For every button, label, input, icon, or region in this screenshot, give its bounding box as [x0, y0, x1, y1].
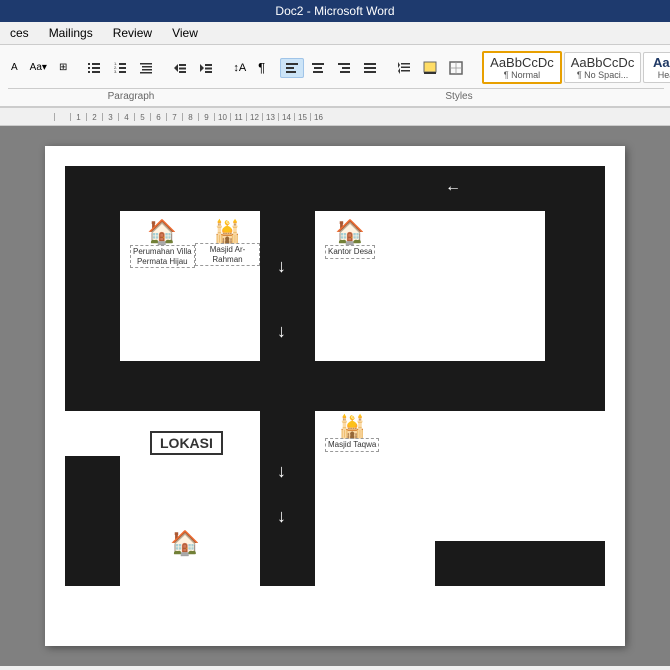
document-title: Doc2 - Microsoft Word	[275, 4, 394, 18]
ribbon-group-labels: Paragraph Styles	[6, 88, 664, 102]
area-top-right: 🏠 Kantor Desa	[315, 211, 545, 361]
lokasi-label: LOKASI	[150, 431, 223, 455]
font-style-btn[interactable]: ⊞	[54, 59, 72, 76]
num-list-btn[interactable]: 1.2.3.	[108, 58, 132, 78]
location-kantor-desa: 🏠 Kantor Desa	[325, 221, 375, 259]
mosque-icon-ar-rahman: 🕌	[214, 221, 241, 243]
ribbon: A Aa▾ ⊞ 1.2.3. ↕A ¶	[0, 45, 670, 108]
ruler-mark: 6	[150, 113, 166, 121]
menu-view[interactable]: View	[166, 24, 204, 42]
align-right-btn[interactable]	[332, 58, 356, 78]
ruler-mark: 5	[134, 113, 150, 121]
area-bottom-right: 🕌 Masjid Taqwa	[315, 411, 545, 541]
menu-bar: ces Mailings Review View	[0, 22, 670, 45]
svg-text:3.: 3.	[114, 69, 117, 74]
ruler-mark: 10	[214, 113, 230, 121]
label-kantor-desa: Kantor Desa	[325, 245, 375, 259]
ruler-mark: 7	[166, 113, 182, 121]
ruler-marks: 1 2 3 4 5 6 7 8 9 10 11 12 13 14 15 16	[54, 113, 326, 121]
menu-ces[interactable]: ces	[4, 24, 35, 42]
ruler-mark: 11	[230, 113, 246, 121]
arrow-down-4: ↓	[277, 506, 286, 527]
ruler-mark: 1	[70, 113, 86, 121]
heading1-style-preview: AaBbCc	[650, 55, 670, 70]
ruler: 1 2 3 4 5 6 7 8 9 10 11 12 13 14 15 16	[0, 108, 670, 126]
location-perumahan: 🏠 Perumahan VillaPermata Hijau	[130, 221, 195, 268]
ruler-mark: 12	[246, 113, 262, 121]
arrow-left-bottom: ←	[217, 516, 233, 534]
road-bottom-right	[435, 541, 605, 586]
location-masjid-taqwa: 🕌 Masjid Taqwa	[325, 416, 379, 452]
font-size-btn[interactable]: A	[6, 59, 23, 76]
ruler-mark: 15	[294, 113, 310, 121]
no-spacing-style-label: ¶ No Spaci...	[571, 70, 635, 80]
sort-btn[interactable]: ↕A	[228, 59, 251, 77]
road-top-full	[65, 166, 605, 211]
no-spacing-style-preview: AaBbCcDc	[571, 55, 635, 70]
shading-btn[interactable]	[418, 58, 442, 78]
title-bar: Doc2 - Microsoft Word	[0, 0, 670, 22]
borders-btn[interactable]	[444, 58, 468, 78]
ruler-mark: 4	[118, 113, 134, 121]
area-top-left: 🏠 Perumahan VillaPermata Hijau 🕌 Masjid …	[120, 211, 260, 361]
road-bottom-left	[65, 456, 120, 586]
styles-section: AaBbCcDc ¶ Normal AaBbCcDc ¶ No Spaci...…	[482, 49, 670, 86]
ruler-mark: 2	[86, 113, 102, 121]
ruler-mark: 9	[198, 113, 214, 121]
ribbon-tools-row: A Aa▾ ⊞ 1.2.3. ↕A ¶	[6, 49, 664, 86]
heading1-style-box[interactable]: AaBbCc Heading 1	[643, 52, 670, 83]
area-bottom-left: LOKASI 🏠	[120, 411, 260, 586]
ruler-mark	[54, 113, 70, 121]
normal-style-box[interactable]: AaBbCcDc ¶ Normal	[482, 51, 562, 84]
location-target: 🏠	[170, 532, 200, 556]
label-masjid-taqwa: Masjid Taqwa	[325, 438, 379, 452]
page: 🏠 Perumahan VillaPermata Hijau 🕌 Masjid …	[45, 146, 625, 646]
location-masjid-ar-rahman: 🕌 Masjid Ar-Rahman	[195, 221, 260, 266]
arrow-down-3: ↓	[277, 461, 286, 482]
road-right-vertical	[545, 166, 605, 366]
house-icon-perumahan: 🏠	[147, 221, 177, 245]
mosque-icon-taqwa: 🕌	[338, 416, 365, 438]
house-icon-kantor: 🏠	[335, 221, 365, 245]
normal-style-preview: AaBbCcDc	[490, 55, 554, 70]
house-icon-target: 🏠	[170, 532, 200, 556]
ruler-mark: 13	[262, 113, 278, 121]
document-area[interactable]: 🏠 Perumahan VillaPermata Hijau 🕌 Masjid …	[0, 126, 670, 666]
ruler-mark: 8	[182, 113, 198, 121]
pilcrow-btn[interactable]: ¶	[253, 57, 270, 78]
menu-mailings[interactable]: Mailings	[43, 24, 99, 42]
ruler-mark: 3	[102, 113, 118, 121]
heading1-style-label: Heading 1	[650, 70, 670, 80]
normal-style-label: ¶ Normal	[490, 70, 554, 80]
label-perumahan: Perumahan VillaPermata Hijau	[130, 245, 195, 268]
justify-btn[interactable]	[358, 58, 382, 78]
arrow-down-2: ↓	[277, 321, 286, 342]
align-left-btn[interactable]	[280, 58, 304, 78]
paragraph-group-label: Paragraph	[8, 88, 254, 102]
no-spacing-style-box[interactable]: AaBbCcDc ¶ No Spaci...	[564, 52, 642, 83]
line-spacing-btn[interactable]	[392, 58, 416, 78]
road-left-vertical	[65, 166, 120, 386]
map-container: 🏠 Perumahan VillaPermata Hijau 🕌 Masjid …	[65, 166, 605, 586]
multilevel-list-btn[interactable]	[134, 58, 158, 78]
align-center-btn[interactable]	[306, 58, 330, 78]
decrease-indent-btn[interactable]	[168, 58, 192, 78]
ruler-mark: 14	[278, 113, 294, 121]
arrow-left-top: ←	[445, 178, 461, 196]
arrow-down-1: ↓	[277, 256, 286, 277]
font-size-up-btn[interactable]: Aa▾	[25, 59, 52, 76]
menu-review[interactable]: Review	[107, 24, 158, 42]
increase-indent-btn[interactable]	[194, 58, 218, 78]
road-horizontal-mid	[65, 361, 605, 411]
bullet-list-btn[interactable]	[82, 58, 106, 78]
ruler-mark: 16	[310, 113, 326, 121]
label-masjid-ar-rahman: Masjid Ar-Rahman	[195, 243, 260, 266]
road-vertical-center	[260, 166, 315, 586]
styles-group-label: Styles	[254, 88, 664, 102]
